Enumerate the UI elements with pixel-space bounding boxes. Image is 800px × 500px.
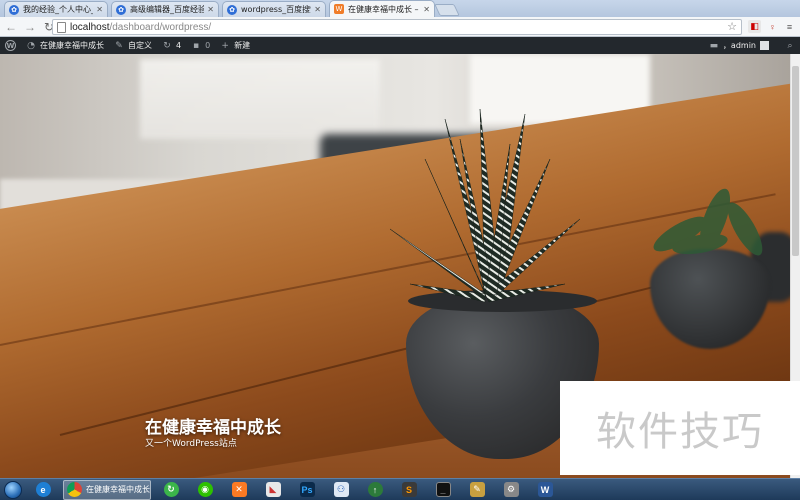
watermark: 软件技巧 bbox=[560, 381, 800, 475]
search-icon: ⌕ bbox=[787, 40, 793, 51]
start-button[interactable] bbox=[0, 479, 26, 500]
taskbar-app[interactable]: ⚙ bbox=[497, 480, 525, 500]
browser-tab-strip: ✿ 我的经验_个人中心_百度 ✕ ✿ 高级编辑器_百度经验 ✕ ✿ wordpr… bbox=[0, 0, 800, 17]
browser-toolbar: ← → ↻ localhost/dashboard/wordpress/ ☆ ◧… bbox=[0, 17, 800, 37]
brush-icon: ✎ bbox=[115, 40, 123, 51]
search-toggle[interactable]: ⌕ bbox=[780, 37, 800, 54]
pin-icon[interactable]: ♀ bbox=[766, 20, 779, 33]
windows-taskbar: e 在健康幸福中成长 ↻ ◉ ✕ ◣ Ps ⚇ ↑ S _ ✎ ⚙ W bbox=[0, 478, 800, 500]
background-window bbox=[140, 59, 380, 139]
chat-icon: ▬ bbox=[709, 40, 719, 51]
close-icon[interactable]: ✕ bbox=[423, 5, 430, 14]
baidu-icon: ✿ bbox=[227, 4, 237, 15]
taskbar-app[interactable]: ✎ bbox=[463, 480, 491, 500]
wordpress-icon: W bbox=[334, 4, 344, 14]
avatar bbox=[760, 41, 769, 50]
new-content-menu[interactable]: + 新建 bbox=[215, 37, 255, 54]
menu-icon[interactable]: ≡ bbox=[783, 20, 796, 33]
taskbar-app[interactable]: ↻ bbox=[157, 480, 185, 500]
upload-app-icon: ↑ bbox=[367, 482, 383, 497]
site-name-label: 在健康幸福中成长 bbox=[40, 41, 104, 50]
browser-tab[interactable]: ✿ 高级编辑器_百度经验 ✕ bbox=[111, 1, 219, 17]
photoshop-icon: Ps bbox=[299, 482, 315, 497]
taskbar-xampp[interactable]: ✕ bbox=[225, 480, 253, 500]
comments-link[interactable]: ▪ 0 bbox=[186, 37, 215, 54]
tab-title: 高级编辑器_百度经验 bbox=[130, 5, 205, 14]
taskbar-wechat[interactable]: ◉ bbox=[191, 480, 219, 500]
browser-tab[interactable]: ✿ 我的经验_个人中心_百度 ✕ bbox=[4, 1, 108, 17]
wordpress-logo-icon: W bbox=[5, 40, 16, 51]
address-bar[interactable]: localhost/dashboard/wordpress/ ☆ bbox=[52, 19, 742, 35]
comment-icon: ▪ bbox=[193, 40, 200, 51]
image-app-icon: ◣ bbox=[265, 482, 281, 497]
site-description: 又一个WordPress站点 bbox=[145, 439, 237, 449]
scrollbar-thumb[interactable] bbox=[792, 66, 799, 256]
dashboard-icon: ◔ bbox=[27, 40, 35, 51]
customize-label: 自定义 bbox=[128, 41, 152, 50]
updates-link[interactable]: ↻ 4 bbox=[157, 37, 186, 54]
tab-title: wordpress_百度搜索 bbox=[241, 5, 312, 14]
close-icon[interactable]: ✕ bbox=[207, 5, 214, 14]
green-app-icon: ↻ bbox=[163, 482, 179, 497]
updates-icon: ↻ bbox=[163, 40, 171, 51]
url-path: /dashboard/wordpress/ bbox=[109, 21, 212, 33]
plus-icon: + bbox=[221, 40, 229, 51]
terminal-icon: _ bbox=[435, 482, 451, 497]
page-icon bbox=[57, 21, 66, 33]
new-tab-button[interactable] bbox=[434, 4, 460, 16]
url-host: localhost bbox=[70, 21, 110, 33]
tab-title: 我的经验_个人中心_百度 bbox=[23, 5, 93, 14]
taskbar-sublime[interactable]: S bbox=[395, 480, 423, 500]
taskbar-chrome-active[interactable]: 在健康幸福中成长 bbox=[63, 479, 151, 500]
taskbar-app[interactable]: ↑ bbox=[361, 480, 389, 500]
xampp-icon: ✕ bbox=[231, 482, 247, 497]
taskbar-photoshop[interactable]: Ps bbox=[293, 480, 321, 500]
close-icon[interactable]: ✕ bbox=[314, 5, 321, 14]
bookmark-star-icon[interactable]: ☆ bbox=[727, 20, 737, 33]
wp-admin-bar: W ◔ 在健康幸福中成长 ✎ 自定义 ↻ 4 ▪ 0 + 新建 ▬ ，admin… bbox=[0, 37, 800, 54]
wp-logo-menu[interactable]: W bbox=[0, 37, 21, 54]
site-title[interactable]: 在健康幸福中成长 bbox=[145, 413, 281, 438]
updates-count: 4 bbox=[176, 41, 182, 50]
taskbar-app[interactable]: ◣ bbox=[259, 480, 287, 500]
account-greeting: ，admin bbox=[722, 41, 756, 50]
my-account-menu[interactable]: ▬ ，admin bbox=[704, 37, 780, 54]
site-name-menu[interactable]: ◔ 在健康幸福中成长 bbox=[21, 37, 109, 54]
taskbar-app[interactable]: ⚇ bbox=[327, 480, 355, 500]
baidu-icon: ✿ bbox=[9, 4, 19, 15]
taskbar-ie[interactable]: e bbox=[29, 480, 57, 500]
background-plant-leaves bbox=[653, 188, 763, 256]
comments-count: 0 bbox=[205, 41, 211, 50]
tools-app-icon: ⚙ bbox=[503, 482, 519, 497]
forward-icon[interactable]: → bbox=[22, 19, 38, 35]
new-label: 新建 bbox=[234, 41, 251, 50]
browser-tab-active[interactable]: W 在健康幸福中成长 – 又 ✕ bbox=[329, 0, 435, 17]
taskbar-terminal[interactable]: _ bbox=[429, 480, 457, 500]
internet-explorer-icon: e bbox=[35, 482, 51, 497]
wechat-icon: ◉ bbox=[197, 482, 213, 497]
windows-logo-icon bbox=[4, 480, 22, 499]
paint-app-icon: ✎ bbox=[469, 482, 485, 497]
baidu-icon: ✿ bbox=[116, 4, 126, 15]
taskbar-active-label: 在健康幸福中成长 bbox=[86, 485, 150, 494]
tab-title: 在健康幸福中成长 – 又 bbox=[348, 4, 420, 14]
back-icon[interactable]: ← bbox=[3, 19, 19, 35]
word-icon: W bbox=[537, 482, 553, 497]
extension-icon[interactable]: ◧ bbox=[748, 20, 761, 33]
customize-link[interactable]: ✎ 自定义 bbox=[109, 37, 157, 54]
sublime-text-icon: S bbox=[401, 482, 417, 497]
taskbar-word[interactable]: W bbox=[531, 480, 559, 500]
chrome-icon bbox=[67, 482, 82, 497]
network-app-icon: ⚇ bbox=[333, 482, 349, 497]
close-icon[interactable]: ✕ bbox=[96, 5, 103, 14]
browser-tab[interactable]: ✿ wordpress_百度搜索 ✕ bbox=[222, 1, 326, 17]
succulent-plant bbox=[389, 108, 581, 303]
